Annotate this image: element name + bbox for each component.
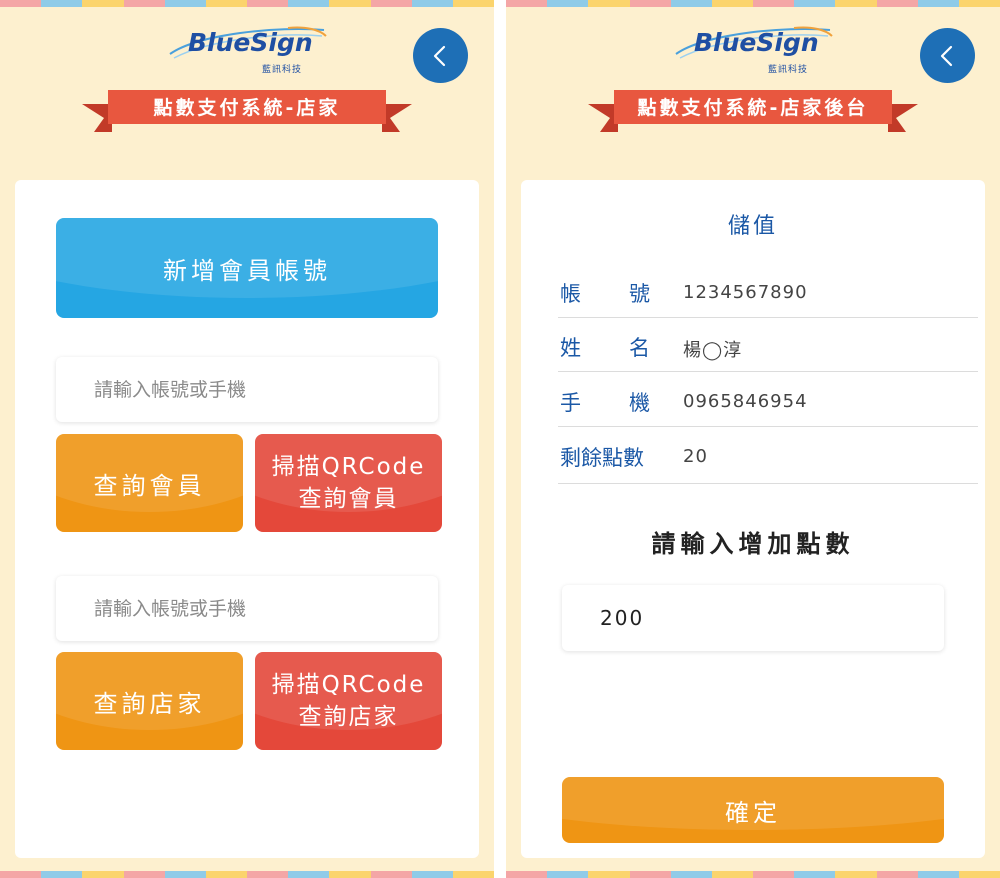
confirm-label: 確定: [725, 798, 781, 827]
page-title: 點數支付系統-店家: [153, 97, 341, 119]
points-field[interactable]: [562, 585, 944, 651]
scan-member-label-line1: 掃描QRCode: [271, 454, 426, 480]
logo-subtitle: 藍訊科技: [262, 65, 303, 75]
scan-member-label-line2: 查詢會員: [298, 486, 399, 512]
main-card: 新增會員帳號 查詢會員 掃描QRCode 查詢會員 查詢店家 掃描QRCode …: [15, 180, 479, 858]
logo-subtitle: 藍訊科技: [768, 65, 809, 75]
top-stripe: [506, 0, 1000, 7]
store-menu-screen: BlueSign 藍訊科技 點數支付系統-店家 新增會員帳號 查詢會員 掃描QR…: [0, 0, 494, 878]
info-label: 帳號: [560, 282, 650, 306]
info-row-account: 帳號 1234567890: [558, 268, 978, 318]
query-store-button[interactable]: 查詢店家: [56, 652, 243, 750]
info-row-name: 姓名 楊◯淳: [558, 322, 978, 372]
phone-value: 0965846954: [683, 391, 808, 412]
add-member-label: 新增會員帳號: [163, 256, 331, 285]
chevron-left-icon: [433, 45, 445, 66]
add-member-button[interactable]: 新增會員帳號: [56, 218, 438, 318]
topup-card: 儲值 帳號 1234567890 姓名 楊◯淳 手機 0965846954 剩餘…: [521, 180, 985, 858]
logo-text: BlueSign: [694, 28, 819, 57]
back-button[interactable]: [413, 28, 468, 83]
top-stripe: [0, 0, 494, 7]
store-search-input[interactable]: [56, 597, 438, 620]
info-label: 手機: [560, 391, 650, 415]
info-label: 剩餘點數: [560, 446, 644, 470]
confirm-button[interactable]: 確定: [562, 777, 944, 843]
bluesign-logo: BlueSign 藍訊科技: [168, 22, 328, 75]
query-member-button[interactable]: 查詢會員: [56, 434, 243, 532]
title-banner: 點數支付系統-店家後台: [588, 90, 918, 132]
points-prompt: 請輸入增加點數: [651, 530, 855, 558]
account-value: 1234567890: [683, 282, 808, 303]
name-value: 楊◯淳: [683, 340, 743, 361]
member-search-field[interactable]: [56, 357, 438, 422]
chevron-left-icon: [940, 45, 952, 66]
back-button[interactable]: [920, 28, 975, 83]
page-title: 點數支付系統-店家後台: [637, 97, 869, 119]
store-backend-topup-screen: BlueSign 藍訊科技 點數支付系統-店家後台 儲值 帳號 12345678…: [506, 0, 1000, 878]
scan-store-label-line1: 掃描QRCode: [271, 672, 426, 698]
scan-qrcode-member-button[interactable]: 掃描QRCode 查詢會員: [255, 434, 442, 532]
remaining-points-value: 20: [683, 446, 708, 467]
bluesign-logo: BlueSign 藍訊科技: [674, 22, 834, 75]
points-input[interactable]: [562, 606, 944, 630]
bottom-stripe: [0, 871, 494, 878]
scan-store-label-line2: 查詢店家: [298, 704, 399, 730]
scan-qrcode-store-button[interactable]: 掃描QRCode 查詢店家: [255, 652, 442, 750]
info-label: 姓名: [560, 336, 650, 360]
title-banner: 點數支付系統-店家: [82, 90, 412, 132]
section-title: 儲值: [727, 214, 778, 239]
query-store-label: 查詢店家: [93, 689, 206, 718]
query-member-label: 查詢會員: [93, 471, 206, 500]
info-row-phone: 手機 0965846954: [558, 377, 978, 427]
info-row-points: 剩餘點數 20: [558, 432, 978, 484]
store-search-field[interactable]: [56, 576, 438, 641]
logo-text: BlueSign: [188, 28, 313, 57]
bottom-stripe: [506, 871, 1000, 878]
member-search-input[interactable]: [56, 378, 438, 401]
